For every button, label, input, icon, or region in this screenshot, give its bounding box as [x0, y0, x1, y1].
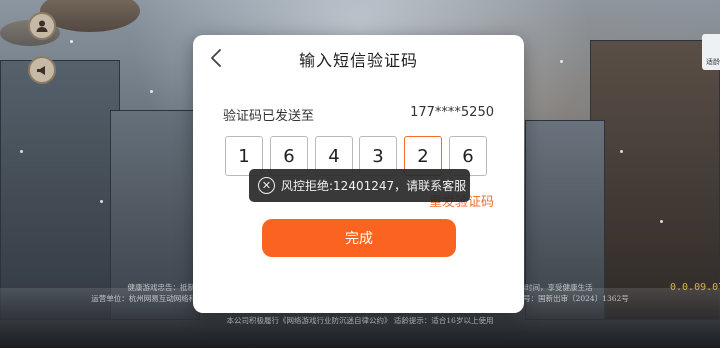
dialog-title: 输入短信验证码 [298, 51, 418, 70]
age-rating-badge: 适龄 [702, 34, 720, 70]
snowflake [150, 90, 153, 93]
snowflake [20, 150, 23, 153]
building-decoration [0, 60, 120, 320]
snowflake [100, 200, 103, 203]
snowflake [620, 150, 623, 153]
snowflake [70, 40, 73, 43]
version-text: 0.0.09.07 [670, 282, 720, 293]
masked-phone-number: 177****5250 [410, 105, 494, 120]
legal-line: 本公司积极履行《网络游戏行业防沉迷自律公约》 适龄提示：适合16岁以上使用 [226, 316, 494, 325]
done-button[interactable]: 完成 [262, 219, 456, 257]
toast-message: 风控拒绝:12401247，请联系客服 [281, 179, 467, 193]
close-circle-icon: ✕ [258, 177, 275, 194]
announcement-icon[interactable] [28, 56, 56, 84]
error-toast: ✕ 风控拒绝:12401247，请联系客服 [249, 169, 470, 202]
snowflake [560, 60, 563, 63]
code-sent-label: 验证码已发送至 [223, 109, 315, 124]
building-decoration [590, 40, 720, 320]
snowflake [660, 220, 663, 223]
user-icon[interactable] [28, 12, 56, 40]
